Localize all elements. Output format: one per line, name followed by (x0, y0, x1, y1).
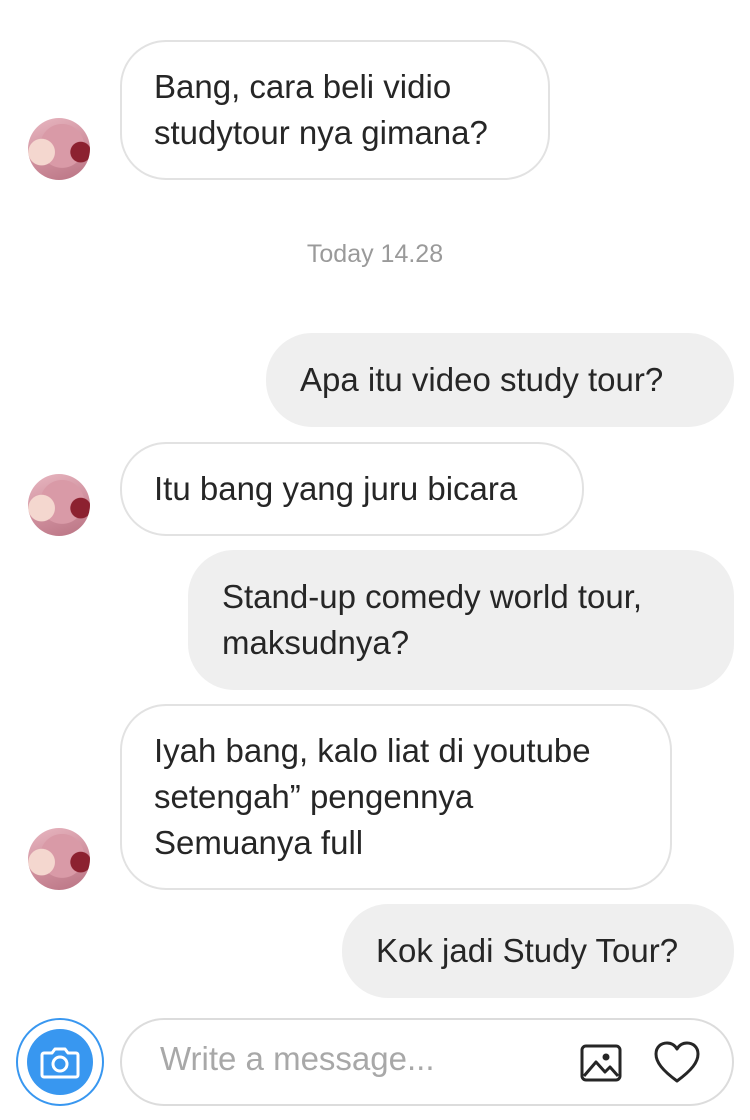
message-input[interactable]: Write a message... (160, 1040, 435, 1078)
incoming-message-bubble[interactable]: Iyah bang, kalo liat di youtube setengah… (120, 704, 672, 890)
outgoing-message-bubble[interactable]: Kok jadi Study Tour? (342, 904, 734, 998)
incoming-message-bubble[interactable]: Bang, cara beli vidio studytour nya gima… (120, 40, 550, 180)
message-composer[interactable]: Write a message... (120, 1018, 734, 1106)
avatar[interactable] (28, 474, 90, 536)
heart-icon[interactable] (652, 1038, 702, 1088)
outgoing-message-bubble[interactable]: Apa itu video study tour? (266, 333, 734, 427)
message-timestamp: Today 14.28 (306, 240, 444, 268)
gallery-icon[interactable] (576, 1038, 626, 1088)
camera-icon (27, 1029, 93, 1095)
camera-button[interactable] (16, 1018, 104, 1106)
outgoing-message-bubble[interactable]: Stand-up comedy world tour, maksudnya? (188, 550, 734, 690)
avatar[interactable] (28, 828, 90, 890)
avatar[interactable] (28, 118, 90, 180)
incoming-message-bubble[interactable]: Itu bang yang juru bicara (120, 442, 584, 536)
